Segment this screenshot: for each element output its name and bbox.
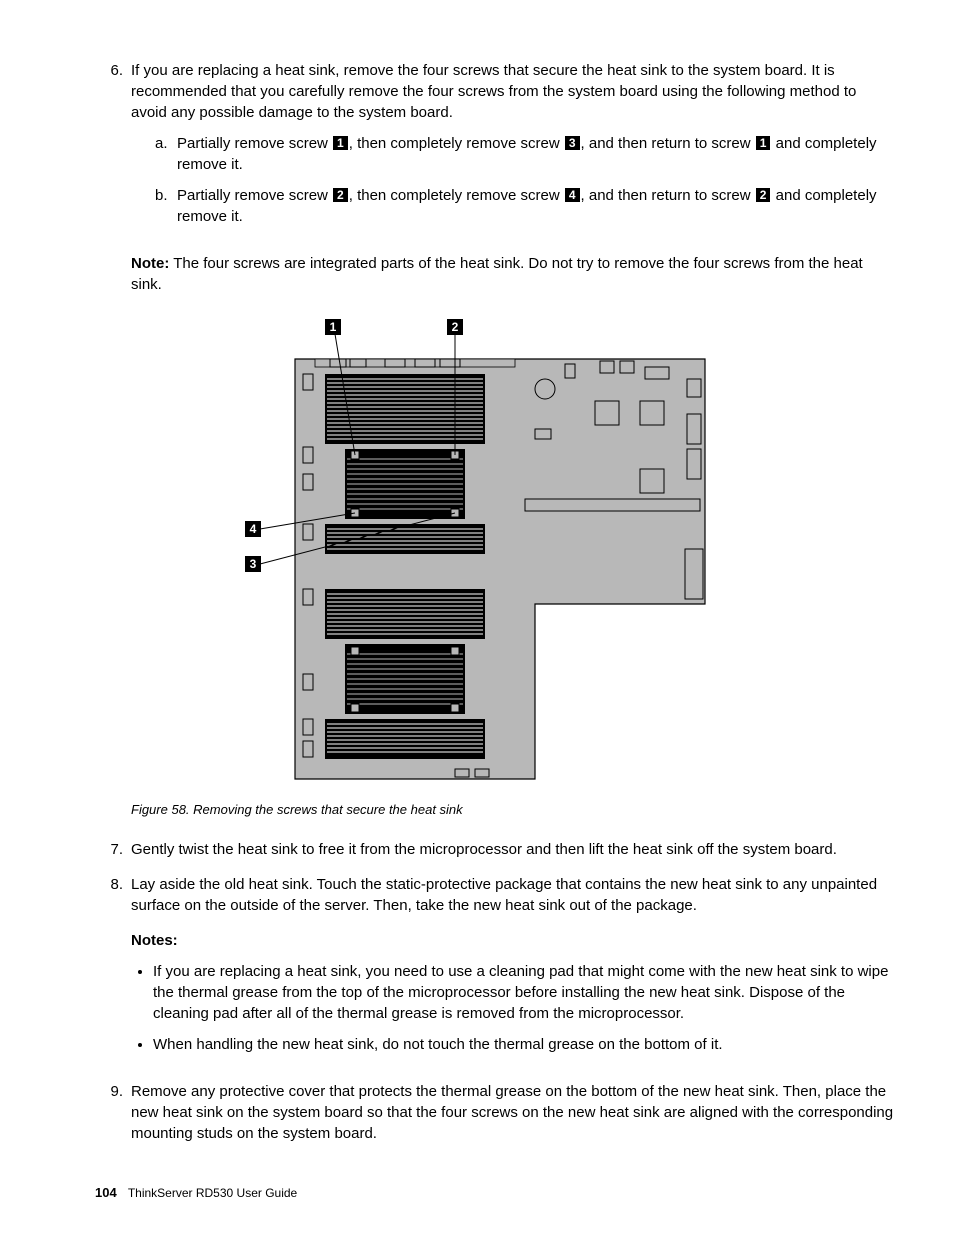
step-text: Remove any protective cover that protect… <box>131 1081 894 1144</box>
svg-text:4: 4 <box>250 522 257 536</box>
figure-caption: Figure 58. Removing the screws that secu… <box>131 801 894 819</box>
step-number: 8. <box>95 874 131 1067</box>
step-6: 6. If you are replacing a heat sink, rem… <box>95 60 894 237</box>
heat-sink-upper <box>325 374 485 554</box>
step-text: If you are replacing a heat sink, remove… <box>131 62 856 121</box>
step-8: 8. Lay aside the old heat sink. Touch th… <box>95 874 894 1067</box>
callout-1: 1 <box>333 136 348 150</box>
note-label: Note: <box>131 255 169 272</box>
page-footer: 104 ThinkServer RD530 User Guide <box>95 1184 894 1202</box>
callout-4: 4 <box>565 188 580 202</box>
step-number: 7. <box>95 839 131 860</box>
instruction-list: 6. If you are replacing a heat sink, rem… <box>95 60 894 237</box>
callout-2: 2 <box>756 188 771 202</box>
callout-3: 3 <box>565 136 580 150</box>
svg-text:3: 3 <box>250 557 257 571</box>
step-9: 9. Remove any protective cover that prot… <box>95 1081 894 1144</box>
sub-step-b: b. Partially remove screw 2, then comple… <box>155 185 894 227</box>
instruction-list-cont: 7. Gently twist the heat sink to free it… <box>95 839 894 1144</box>
bullet-item: When handling the new heat sink, do not … <box>153 1034 894 1055</box>
page-number: 104 <box>95 1185 117 1200</box>
step-text: Lay aside the old heat sink. Touch the s… <box>131 876 877 914</box>
sub-step-a: a. Partially remove screw 1, then comple… <box>155 133 894 175</box>
heat-sink-lower <box>325 589 485 759</box>
callout-1: 1 <box>756 136 771 150</box>
system-board-diagram: 1 2 4 3 <box>245 319 715 789</box>
note-block: Note: The four screws are integrated par… <box>131 253 894 295</box>
note-text: The four screws are integrated parts of … <box>131 255 863 293</box>
svg-text:1: 1 <box>330 320 337 334</box>
doc-title: ThinkServer RD530 User Guide <box>128 1186 297 1200</box>
bullet-item: If you are replacing a heat sink, you ne… <box>153 961 894 1024</box>
alpha-label: b. <box>155 185 177 227</box>
step-7: 7. Gently twist the heat sink to free it… <box>95 839 894 860</box>
figure-58: 1 2 4 3 <box>95 319 894 789</box>
alpha-label: a. <box>155 133 177 175</box>
step-number: 9. <box>95 1081 131 1144</box>
notes-label: Notes: <box>131 930 894 951</box>
step-text: Gently twist the heat sink to free it fr… <box>131 839 894 860</box>
callout-2: 2 <box>333 188 348 202</box>
svg-text:2: 2 <box>452 320 459 334</box>
step-number: 6. <box>95 60 131 237</box>
sub-steps: a. Partially remove screw 1, then comple… <box>155 133 894 227</box>
notes-bullets: If you are replacing a heat sink, you ne… <box>131 961 894 1055</box>
